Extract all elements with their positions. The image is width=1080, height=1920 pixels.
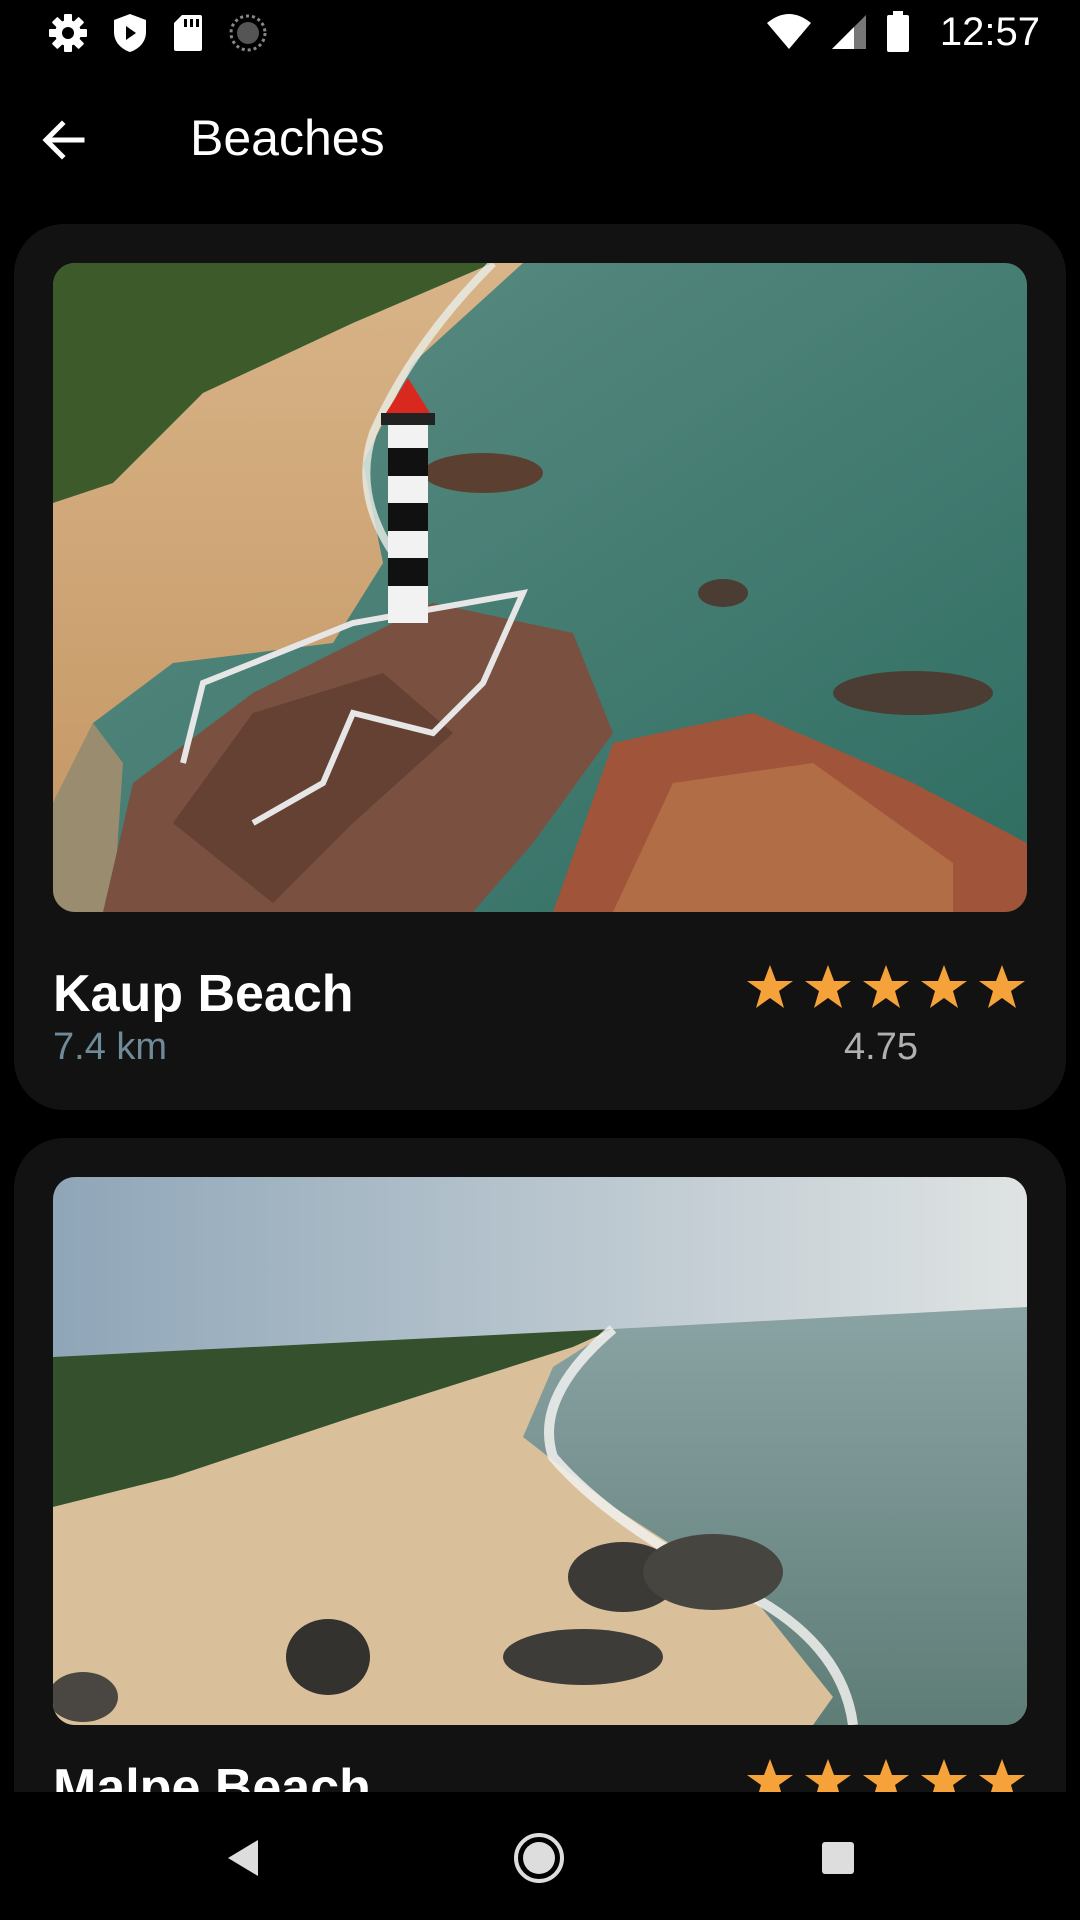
star-icon — [979, 1759, 1025, 1792]
star-icon — [921, 1759, 967, 1792]
nav-home-icon — [514, 1833, 564, 1883]
star-icon — [747, 965, 793, 1008]
status-time: 12:57 — [939, 9, 1040, 54]
page-title: Beaches — [190, 110, 385, 166]
star-icon — [863, 965, 909, 1008]
star-icon — [921, 965, 967, 1008]
beach-photo — [53, 1177, 1027, 1725]
sync-icon — [228, 13, 268, 53]
status-icons-right: 12:57 — [766, 8, 1040, 56]
beach-list[interactable]: Kaup Beach 7.4 km 4.75 Malpe Beach — [0, 210, 1080, 1792]
navigation-bar — [0, 1792, 1080, 1920]
nav-back-icon — [228, 1840, 258, 1876]
gear-icon — [48, 13, 88, 53]
star-icon — [747, 1759, 793, 1792]
signal-icon — [830, 13, 868, 51]
beach-name: Kaup Beach — [53, 965, 354, 1023]
nav-recents-button[interactable] — [802, 1822, 874, 1894]
rating-stars — [746, 1758, 1026, 1792]
star-icon — [979, 965, 1025, 1008]
star-icon — [863, 1759, 909, 1792]
app-bar: Beaches — [0, 66, 1080, 210]
nav-home-button[interactable] — [503, 1822, 575, 1894]
rating-value: 4.75 — [844, 1026, 918, 1068]
status-bar: 12:57 — [0, 0, 1080, 66]
beach-photo — [53, 263, 1027, 912]
star-icon — [805, 1759, 851, 1792]
beach-card[interactable]: Malpe Beach — [14, 1138, 1066, 1792]
arrow-left-icon — [42, 120, 85, 160]
shield-icon — [112, 12, 148, 54]
beach-name: Malpe Beach — [53, 1759, 371, 1792]
beach-distance: 7.4 km — [53, 1026, 168, 1068]
sd-card-icon — [172, 13, 204, 53]
star-icon — [805, 965, 851, 1008]
beach-card[interactable]: Kaup Beach 7.4 km 4.75 — [14, 224, 1066, 1110]
battery-icon — [886, 11, 910, 53]
back-button[interactable] — [28, 104, 100, 176]
status-icons-left — [48, 12, 268, 54]
rating-stars — [746, 964, 1026, 1010]
nav-recents-icon — [822, 1842, 854, 1874]
wifi-icon — [766, 13, 812, 51]
nav-back-button[interactable] — [206, 1822, 278, 1894]
